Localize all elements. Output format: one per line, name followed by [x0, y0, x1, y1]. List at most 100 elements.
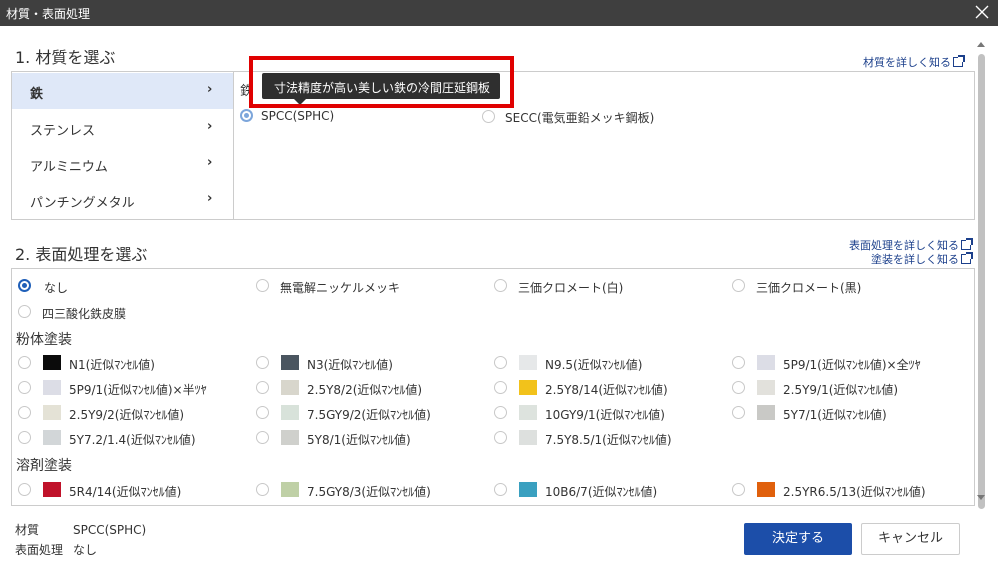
option-label-solvent[interactable]: 7.5GY8/3(近似ﾏﾝｾﾙ値): [307, 483, 431, 500]
surface-options-panel: なし 無電解ニッケルメッキ 三価クロメート(白) 三価クロメート(黒) 四三酸化…: [11, 268, 975, 506]
radio-powder-5y81[interactable]: [256, 431, 269, 444]
radio-powder-25y82[interactable]: [256, 381, 269, 394]
confirm-button[interactable]: 決定する: [744, 523, 852, 555]
solvent-coating-heading: 溶剤塗装: [16, 458, 72, 474]
dialog-title: 材質・表面処理: [6, 7, 91, 21]
category-item-aluminum[interactable]: アルミニウム ›: [12, 146, 233, 182]
color-swatch: [281, 482, 299, 497]
option-label-powder[interactable]: 7.5Y8.5/1(近似ﾏﾝｾﾙ値): [545, 431, 672, 448]
radio-solvent-25yr6513[interactable]: [732, 483, 745, 496]
option-label-powder[interactable]: N9.5(近似ﾏﾝｾﾙ値): [545, 356, 642, 373]
radio-solvent-5r414[interactable]: [18, 483, 31, 496]
radio-solvent-75gy83[interactable]: [256, 483, 269, 496]
category-label: アルミニウム: [30, 160, 108, 175]
radio-powder-5y71[interactable]: [732, 406, 745, 419]
color-swatch: [281, 380, 299, 395]
material-detail-link-label: 材質を詳しく知る: [863, 56, 951, 69]
radio-spcc[interactable]: [240, 109, 253, 122]
option-label-secc[interactable]: SECC(電気亜鉛メッキ鋼板): [505, 109, 654, 126]
option-label-powder[interactable]: 5P9/1(近似ﾏﾝｾﾙ値)×全ﾂﾔ: [783, 356, 921, 373]
option-label-powder[interactable]: 10GY9/1(近似ﾏﾝｾﾙ値): [545, 406, 665, 423]
color-swatch: [43, 405, 61, 420]
option-label-none[interactable]: なし: [44, 279, 68, 296]
scrollbar[interactable]: [976, 40, 988, 510]
material-detail-link[interactable]: 材質を詳しく知る: [863, 54, 965, 70]
option-label-powder[interactable]: 2.5Y8/2(近似ﾏﾝｾﾙ値): [307, 381, 422, 398]
color-swatch: [43, 355, 61, 370]
radio-powder-75y851[interactable]: [494, 431, 507, 444]
radio-electroless-nickel[interactable]: [256, 279, 269, 292]
chevron-right-icon: ›: [207, 119, 213, 134]
category-item-stainless[interactable]: ステンレス ›: [12, 110, 233, 146]
option-label-powder[interactable]: 5Y8/1(近似ﾏﾝｾﾙ値): [307, 431, 411, 448]
close-icon[interactable]: [974, 3, 990, 21]
powder-coating-heading: 粉体塗装: [16, 332, 72, 348]
radio-powder-25y92[interactable]: [18, 406, 31, 419]
summary-material: 材質 SPCC(SPHC): [15, 521, 146, 538]
scroll-up-icon[interactable]: [977, 42, 985, 47]
color-swatch: [519, 430, 537, 445]
cancel-button[interactable]: キャンセル: [861, 523, 960, 555]
summary-material-value: SPCC(SPHC): [73, 523, 147, 537]
summary-material-label: 材質: [15, 523, 40, 537]
radio-powder-75gy92[interactable]: [256, 406, 269, 419]
option-label-powder[interactable]: N1(近似ﾏﾝｾﾙ値): [69, 356, 155, 373]
radio-powder-n1[interactable]: [18, 356, 31, 369]
option-label-solvent[interactable]: 5R4/14(近似ﾏﾝｾﾙ値): [69, 483, 181, 500]
color-swatch: [757, 380, 775, 395]
option-label-solvent[interactable]: 10B6/7(近似ﾏﾝｾﾙ値): [545, 483, 657, 500]
radio-powder-5y7214[interactable]: [18, 431, 31, 444]
option-label-powder[interactable]: 7.5GY9/2(近似ﾏﾝｾﾙ値): [307, 406, 431, 423]
option-label-powder[interactable]: 5P9/1(近似ﾏﾝｾﾙ値)×半ﾂﾔ: [69, 381, 207, 398]
external-link-icon: [953, 55, 965, 67]
option-label-powder[interactable]: 5Y7/1(近似ﾏﾝｾﾙ値): [783, 406, 887, 423]
material-heading: 1. 材質を選ぶ: [15, 48, 116, 67]
radio-powder-25y91[interactable]: [732, 381, 745, 394]
radio-trivalent-chromate-white[interactable]: [494, 279, 507, 292]
category-label: 鉄: [30, 87, 44, 102]
radio-powder-25y814[interactable]: [494, 381, 507, 394]
option-label-solvent[interactable]: 2.5YR6.5/13(近似ﾏﾝｾﾙ値): [783, 483, 926, 500]
color-swatch: [519, 405, 537, 420]
color-swatch: [43, 380, 61, 395]
material-category-list: 鉄 › ステンレス › アルミニウム › パンチングメタル ›: [12, 72, 234, 219]
dialog-titlebar: 材質・表面処理: [0, 0, 998, 26]
option-label-black-oxide[interactable]: 四三酸化鉄皮膜: [42, 305, 126, 322]
radio-powder-n3[interactable]: [256, 356, 269, 369]
paint-detail-link-label: 塗装を詳しく知る: [871, 253, 959, 266]
option-label-powder[interactable]: 2.5Y8/14(近似ﾏﾝｾﾙ値): [545, 381, 668, 398]
radio-powder-5p91-half[interactable]: [18, 381, 31, 394]
radio-powder-5p91-full[interactable]: [732, 356, 745, 369]
summary-surface-label: 表面処理: [15, 543, 64, 557]
category-item-iron[interactable]: 鉄 ›: [12, 73, 233, 109]
color-swatch: [519, 380, 537, 395]
color-swatch: [519, 355, 537, 370]
option-label-trivalent-chromate-white[interactable]: 三価クロメート(白): [518, 279, 623, 296]
radio-secc[interactable]: [482, 110, 495, 123]
option-label-trivalent-chromate-black[interactable]: 三価クロメート(黒): [756, 279, 861, 296]
option-label-powder[interactable]: N3(近似ﾏﾝｾﾙ値): [307, 356, 393, 373]
color-swatch: [281, 430, 299, 445]
color-swatch: [281, 355, 299, 370]
paint-detail-link[interactable]: 塗装を詳しく知る: [871, 251, 973, 267]
option-label-powder[interactable]: 5Y7.2/1.4(近似ﾏﾝｾﾙ値): [69, 431, 196, 448]
radio-powder-n95[interactable]: [494, 356, 507, 369]
summary-surface: 表面処理 なし: [15, 541, 97, 558]
surface-heading: 2. 表面処理を選ぶ: [15, 245, 148, 264]
option-label-powder[interactable]: 2.5Y9/1(近似ﾏﾝｾﾙ値): [783, 381, 898, 398]
option-label-electroless-nickel[interactable]: 無電解ニッケルメッキ: [280, 279, 400, 296]
color-swatch: [519, 482, 537, 497]
radio-none[interactable]: [18, 279, 31, 292]
scroll-down-icon[interactable]: [977, 495, 985, 500]
radio-black-oxide[interactable]: [18, 305, 31, 318]
radio-powder-10gy91[interactable]: [494, 406, 507, 419]
scrollbar-thumb[interactable]: [978, 54, 985, 509]
option-label-powder[interactable]: 2.5Y9/2(近似ﾏﾝｾﾙ値): [69, 406, 184, 423]
category-item-punching-metal[interactable]: パンチングメタル ›: [12, 182, 233, 218]
radio-trivalent-chromate-black[interactable]: [732, 279, 745, 292]
radio-solvent-10b67[interactable]: [494, 483, 507, 496]
color-swatch: [757, 355, 775, 370]
external-link-icon: [961, 252, 973, 264]
option-label-spcc[interactable]: SPCC(SPHC): [261, 109, 334, 123]
chevron-right-icon: ›: [207, 155, 213, 170]
